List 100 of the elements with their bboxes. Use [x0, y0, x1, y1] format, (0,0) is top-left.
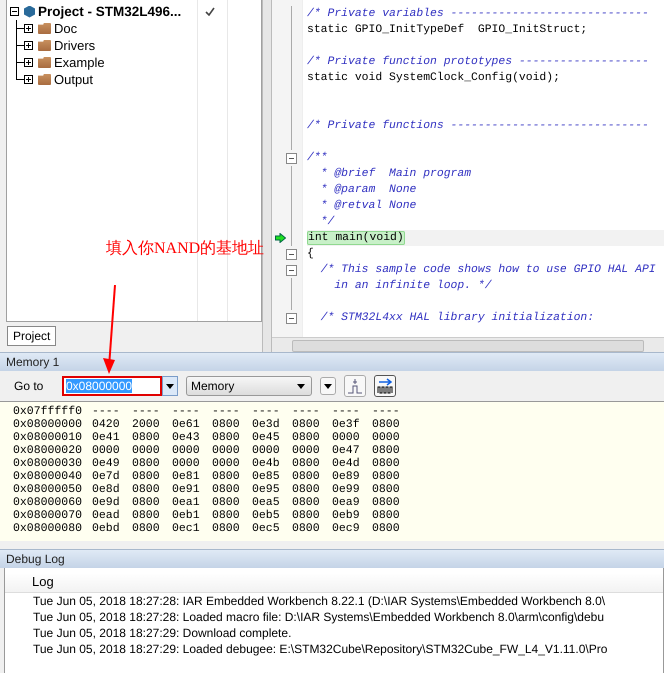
memory-value: 0000	[172, 444, 201, 457]
memory-value: 0800	[292, 483, 321, 496]
tree-item[interactable]: Doc	[54, 21, 78, 36]
memory-value: 0420	[92, 418, 121, 431]
code-comment: */	[320, 216, 334, 228]
memory-value: ----	[332, 405, 361, 418]
memory-value: 0e85	[252, 470, 281, 483]
memory-value: 0e45	[252, 431, 281, 444]
memory-value: 0000	[252, 444, 281, 457]
memory-value: 0e8d	[92, 483, 121, 496]
code-comment: /**	[307, 152, 328, 164]
debug-log-title: Debug Log	[0, 549, 664, 568]
tree-item[interactable]: Output	[54, 72, 94, 87]
memory-value: 0000	[132, 444, 161, 457]
memory-value: 0800	[372, 444, 401, 457]
fold-marker-icon[interactable]	[286, 152, 297, 164]
expand-icon[interactable]	[24, 24, 33, 33]
memory-value: 0800	[292, 522, 321, 535]
caret-icon	[324, 384, 332, 388]
options-button[interactable]	[320, 377, 336, 395]
code-comment: /* Private variables -----------------------------	[307, 8, 649, 20]
caret-icon	[297, 384, 305, 388]
memory-value: 0ec5	[252, 522, 281, 535]
memory-value: 0000	[172, 457, 201, 470]
folder-icon	[38, 40, 51, 51]
goto-label: Go to	[14, 379, 44, 393]
memory-value: 0e91	[172, 483, 201, 496]
memory-value: 0800	[212, 496, 241, 509]
memory-value: 0ebd	[92, 522, 121, 535]
expand-icon[interactable]	[24, 58, 33, 67]
fold-marker-icon[interactable]	[286, 264, 297, 276]
memory-value: 0e4d	[332, 457, 361, 470]
step-button[interactable]	[344, 375, 366, 397]
memory-value: 0800	[212, 522, 241, 535]
memory-value: 0e7d	[92, 470, 121, 483]
cube-icon	[24, 6, 35, 18]
memory-value: 0800	[372, 496, 401, 509]
project-name[interactable]: Project - STM32L496...	[38, 4, 182, 19]
horizontal-scrollbar[interactable]	[272, 337, 664, 352]
memory-value: 0800	[132, 522, 161, 535]
memory-value: ----	[212, 405, 241, 418]
memory-value: ----	[132, 405, 161, 418]
tree-item[interactable]: Example	[54, 55, 105, 70]
run-button[interactable]	[374, 375, 396, 397]
memory-address: 0x08000000	[13, 418, 84, 431]
memory-value: 0ea9	[332, 496, 361, 509]
log-entry: Tue Jun 05, 2018 18:27:28: IAR Embedded Workbench 8.22.1 (D:\IAR Systems\Embedded Workbench 8.0\	[32, 593, 606, 609]
memory-value: 0800	[132, 457, 161, 470]
code-line: static void SystemClock_Config(void);	[307, 72, 560, 84]
memory-value: 0e81	[172, 470, 201, 483]
memory-value: 0e41	[92, 431, 121, 444]
memory-value: 0800	[292, 418, 321, 431]
memory-value: 0800	[132, 431, 161, 444]
memory-value: 0800	[212, 431, 241, 444]
memory-panel-title: Memory 1	[0, 352, 664, 371]
memory-value: 0800	[372, 509, 401, 522]
code-comment: * @brief Main program	[320, 168, 472, 180]
expand-icon[interactable]	[24, 75, 33, 84]
code-comment: /* Private function prototypes -------------------	[307, 56, 649, 68]
memory-address: 0x08000070	[13, 509, 84, 522]
address-dropdown-button[interactable]	[162, 376, 178, 396]
memory-zone-dropdown[interactable]: Memory	[186, 376, 312, 396]
memory-address: 0x08000080	[13, 522, 84, 535]
memory-value: 0800	[292, 457, 321, 470]
memory-value: 0000	[212, 444, 241, 457]
signal-arrow-icon	[377, 378, 393, 394]
code-comment: /* STM32L4xx HAL library initialization:	[320, 312, 594, 324]
memory-address: 0x08000030	[13, 457, 84, 470]
expand-icon[interactable]	[24, 41, 33, 50]
caret-icon	[166, 384, 174, 388]
memory-address: 0x08000020	[13, 444, 84, 457]
log-column-header[interactable]: Log	[32, 574, 54, 589]
memory-value: 0000	[332, 431, 361, 444]
memory-address: 0x08000060	[13, 496, 84, 509]
memory-value: 0ead	[92, 509, 121, 522]
memory-address: 0x08000050	[13, 483, 84, 496]
fold-marker-icon[interactable]	[286, 312, 297, 324]
code-comment: /* Private functions -----------------------------	[307, 120, 649, 132]
memory-value: 0e95	[252, 483, 281, 496]
code-comment: * @retval None	[320, 200, 416, 212]
memory-value: 0000	[212, 457, 241, 470]
tree-item[interactable]: Drivers	[54, 38, 96, 53]
workspace-tab[interactable]: Project	[7, 326, 56, 346]
memory-value: 0800	[212, 483, 241, 496]
memory-value: 0800	[132, 509, 161, 522]
memory-value: 0eb1	[172, 509, 201, 522]
folder-icon	[38, 74, 51, 85]
memory-value: 0e3d	[252, 418, 281, 431]
memory-value: 0e61	[172, 418, 201, 431]
memory-value: 0ec1	[172, 522, 201, 535]
memory-value: 0800	[292, 496, 321, 509]
memory-value: ----	[252, 405, 281, 418]
collapse-icon[interactable]	[10, 7, 19, 16]
fold-marker-icon[interactable]	[286, 248, 297, 260]
memory-value: 0000	[92, 444, 121, 457]
memory-value: ----	[172, 405, 201, 418]
memory-value: 0800	[292, 431, 321, 444]
memory-value: 0e43	[172, 431, 201, 444]
memory-address: 0x08000040	[13, 470, 84, 483]
memory-value: 0e47	[332, 444, 361, 457]
